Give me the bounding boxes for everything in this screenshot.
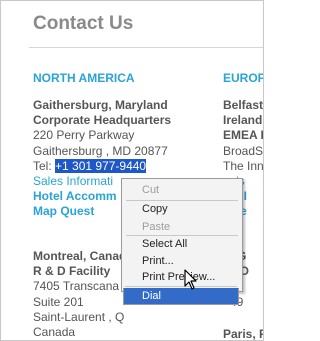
office-name: Corporate Headquarters bbox=[33, 113, 172, 128]
menu-item-print[interactable]: Print... bbox=[124, 253, 238, 270]
office-country: Canada bbox=[33, 325, 76, 340]
page-title: Contact Us bbox=[33, 13, 134, 34]
menu-item-paste[interactable]: Paste bbox=[124, 219, 238, 236]
phone-label: Tel: bbox=[33, 158, 56, 173]
office-phone: Tel: +1 301 977-9440 bbox=[33, 158, 183, 174]
europe-line: EMEA H bbox=[223, 128, 263, 143]
menu-item-dial[interactable]: Dial bbox=[123, 288, 239, 305]
menu-item-select-all[interactable]: Select All bbox=[124, 236, 238, 253]
office-city: Gaithersburg, Maryland bbox=[33, 98, 168, 112]
office-locality: Gaithersburg , MD 20877 bbox=[33, 143, 168, 158]
mouse-pointer-icon bbox=[184, 269, 198, 296]
europe-line: The Inn bbox=[223, 158, 264, 173]
title-divider bbox=[29, 47, 263, 48]
menu-item-print-preview[interactable]: Print Preview... bbox=[124, 269, 238, 286]
phone-number-selected[interactable]: +1 301 977-9440 bbox=[55, 158, 147, 173]
office-street: 220 Perry Parkway bbox=[33, 128, 135, 143]
menu-item-cut[interactable]: Cut bbox=[124, 182, 238, 199]
menu-separator bbox=[125, 286, 237, 287]
europe-line: Paris, F bbox=[223, 327, 264, 341]
contact-page: Contact Us NORTH AMERICA EUROP Gaithersb… bbox=[0, 0, 264, 341]
europe-line: Belfast bbox=[223, 98, 264, 112]
paris-office: Paris, F bbox=[223, 327, 264, 341]
europe-line: Ireland bbox=[223, 113, 263, 128]
office-locality: Saint-Laurent , Q bbox=[33, 309, 125, 324]
menu-item-copy[interactable]: Copy bbox=[124, 201, 238, 218]
region-heading-north-america: NORTH AMERICA bbox=[33, 71, 135, 85]
europe-line: BroadS bbox=[223, 143, 264, 158]
context-menu: Cut Copy Paste Select All Print... Print… bbox=[121, 178, 243, 292]
region-heading-europe: EUROP bbox=[223, 71, 264, 85]
